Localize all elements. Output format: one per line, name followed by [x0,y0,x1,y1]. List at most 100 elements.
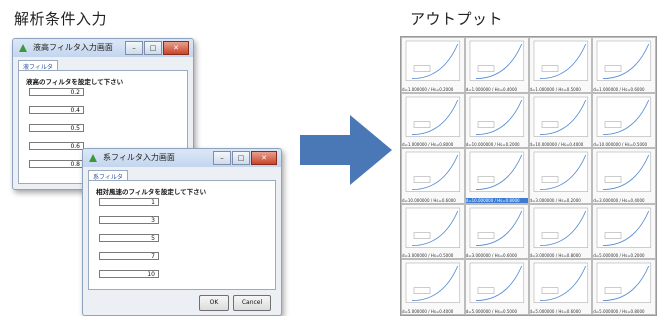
minimize-button[interactable]: – [213,151,231,165]
filter-value-field[interactable]: 0.5 [29,124,84,132]
mini-plot [533,40,588,81]
plot-caption: d=3.000000 / Hs=0.2000 [529,197,581,203]
plot-thumbnail[interactable]: d=5.000000 / Hs=0.2000 [593,204,655,259]
plot-thumbnail[interactable]: d=10.000000 / Hs=0.2000 [465,93,528,148]
plot-frame [533,207,588,248]
plot-thumbnail[interactable]: d=3.000000 / Hs=0.2000 [529,149,592,203]
plot-legend [541,287,558,295]
plot-thumbnail[interactable]: d=10.000000 / Hs=0.4000 [529,93,592,148]
plot-caption: d=3.000000 / Hs=0.5000 [402,253,454,259]
output-thumbnail-grid: d=1.000000 / Hs=0.2000 d=1.000000 / Hs=0.… [400,36,657,316]
filter-value-field[interactable]: 0.4 [29,106,84,114]
plot-thumbnail[interactable]: d=5.000000 / Hs=0.5000 [465,260,528,314]
wind-filter-window: 系フィルタ入力画面 – □ ✕ 系フィルタ 相対風速のフィルタを設定して下さい … [82,148,282,316]
plot-legend [541,232,558,239]
window-title: 液高フィルタ入力画面 [33,43,113,52]
plot-caption: d=1.000000 / Hs=0.4000 [465,86,518,92]
plot-thumbnail[interactable]: d=1.000000 / Hs=0.8000 [402,93,464,148]
plot-frame [469,96,524,137]
plot-frame [469,207,524,248]
mini-plot [469,151,524,193]
maximize-button[interactable]: □ [232,151,250,165]
plot-legend [413,232,431,239]
plot-legend [605,232,622,239]
plot-legend [605,176,622,184]
plot-caption: d=3.000000 / Hs=0.6000 [465,253,518,259]
plot-thumbnail[interactable]: d=3.000000 / Hs=0.4000 [593,149,655,203]
plot-caption: d=5.000000 / Hs=0.4000 [402,308,454,314]
plot-frame [596,40,652,81]
plot-caption: d=10.000000 / Hs=0.6000 [402,197,456,203]
plot-thumbnail[interactable]: d=10.000000 / Hs=0.6000 [402,149,464,203]
plot-frame [533,96,588,137]
plot-thumbnail[interactable]: d=3.000000 / Hs=0.6000 [465,204,528,259]
input-heading: 解析条件入力 [14,10,108,28]
instruction-text: 液高のフィルタを設定して下さい [26,78,124,86]
plot-legend [413,176,431,184]
plot-legend [477,176,494,184]
window-titlebar[interactable]: 液高フィルタ入力画面 – □ ✕ [13,39,193,57]
plot-frame [533,40,588,81]
mini-plot [533,263,588,304]
app-icon [89,154,97,162]
plot-caption: d=3.000000 / Hs=0.8000 [529,253,581,259]
output-heading: アウトプット [410,10,504,28]
plot-caption: d=1.000000 / Hs=0.8000 [402,142,454,148]
plot-frame [533,151,588,193]
plot-thumbnail[interactable]: d=1.000000 / Hs=0.2000 [402,38,464,92]
plot-thumbnail[interactable]: d=3.000000 / Hs=0.5000 [402,204,464,259]
plot-frame [405,40,461,81]
close-button[interactable]: ✕ [163,41,189,55]
filter-value-field[interactable]: 7 [99,252,159,260]
filter-panel: 相対風速のフィルタを設定して下さい 1 3 5 7 10 [88,180,276,290]
plot-legend [477,120,494,128]
plot-caption: d=5.000000 / Hs=0.8000 [593,308,645,314]
close-button[interactable]: ✕ [251,151,277,165]
filter-value-field[interactable]: 1 [99,198,159,206]
mini-plot [405,40,461,81]
window-title: 系フィルタ入力画面 [103,153,175,162]
plot-thumbnail[interactable]: d=1.000000 / Hs=0.6000 [593,38,655,92]
plot-legend [605,65,622,72]
plot-thumbnail[interactable]: d=5.000000 / Hs=0.8000 [593,260,655,314]
plot-legend [541,65,558,72]
plot-frame [596,151,652,193]
plot-legend [605,120,622,128]
filter-value-field[interactable]: 3 [99,216,159,224]
filter-value-field[interactable]: 0.8 [29,160,84,168]
plot-caption: d=1.000000 / Hs=0.2000 [402,86,454,92]
mini-plot [596,151,652,193]
plot-legend [477,287,494,295]
mini-plot [596,263,652,304]
filter-value-field[interactable]: 0.6 [29,142,84,150]
cancel-button[interactable]: Cancel [233,295,271,311]
mini-plot [405,151,461,193]
app-icon [19,44,27,52]
plot-caption: d=10.000000 / Hs=0.2000 [465,142,520,148]
plot-thumbnail[interactable]: d=1.000000 / Hs=0.5000 [529,38,592,92]
plot-thumbnail[interactable]: d=10.000000 / Hs=0.5000 [593,93,655,148]
mini-plot [469,40,524,81]
plot-frame [469,151,524,193]
plot-caption: d=10.000000 / Hs=0.8000 [465,197,528,203]
plot-thumbnail[interactable]: d=3.000000 / Hs=0.8000 [529,204,592,259]
plot-thumbnail[interactable]: d=1.000000 / Hs=0.4000 [465,38,528,92]
plot-thumbnail[interactable]: d=5.000000 / Hs=0.4000 [402,260,464,314]
plot-thumbnail[interactable]: d=5.000000 / Hs=0.6000 [529,260,592,314]
plot-legend [413,120,431,128]
filter-value-field[interactable]: 0.2 [29,88,84,96]
filter-value-field[interactable]: 5 [99,234,159,242]
plot-frame [533,263,588,304]
plot-caption: d=5.000000 / Hs=0.5000 [465,308,518,314]
instruction-text: 相対風速のフィルタを設定して下さい [96,188,207,196]
filter-value-field[interactable]: 10 [99,270,159,278]
plot-thumbnail[interactable]: d=10.000000 / Hs=0.8000 [465,149,528,203]
mini-plot [405,263,461,304]
window-titlebar[interactable]: 系フィルタ入力画面 – □ ✕ [83,149,281,167]
minimize-button[interactable]: – [125,41,143,55]
plot-frame [596,207,652,248]
ok-button[interactable]: OK [199,295,229,311]
maximize-button[interactable]: □ [144,41,162,55]
plot-frame [596,96,652,137]
plot-frame [405,207,461,248]
